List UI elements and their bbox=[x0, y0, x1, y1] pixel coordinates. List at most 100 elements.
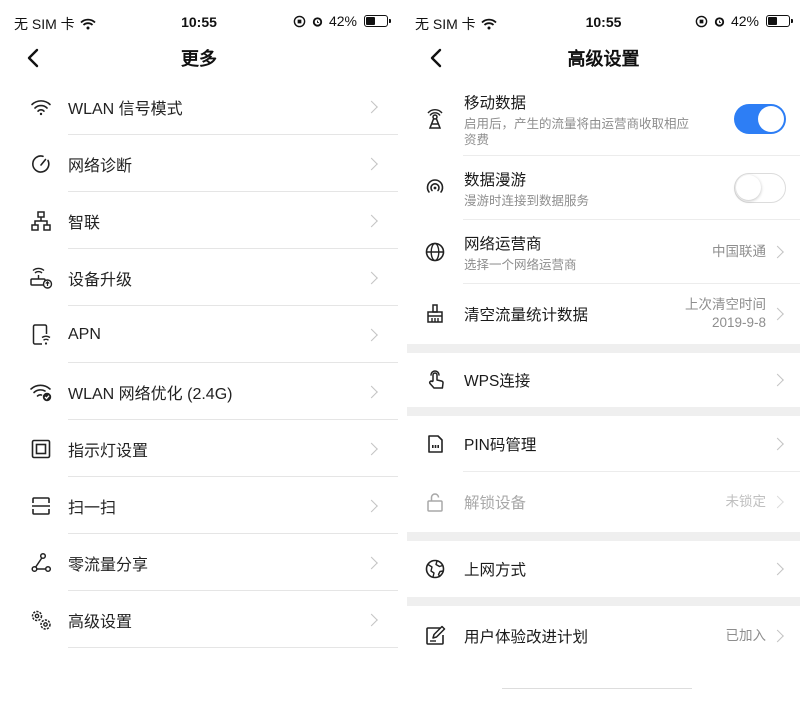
setting-label: 解锁设备 bbox=[464, 495, 527, 512]
setting-label: 移动数据 bbox=[464, 94, 527, 112]
chevron-right-icon bbox=[365, 271, 378, 284]
nav-bar: 更多 bbox=[0, 40, 398, 76]
data-roaming-toggle[interactable] bbox=[734, 173, 786, 203]
menu-item-label: 网络诊断 bbox=[68, 157, 133, 175]
setting-label: PIN码管理 bbox=[464, 437, 537, 454]
setting-ux-improvement[interactable]: 用户体验改进计划 已加入 bbox=[407, 606, 800, 666]
menu-item-label: 扫一扫 bbox=[68, 499, 117, 517]
internet-globe-icon bbox=[422, 556, 448, 582]
menu-item-network-diagnosis[interactable]: 网络诊断 bbox=[0, 135, 398, 192]
more-menu-list: WLAN 信号模式 网络诊断 智联 设备升级 APN WLAN 网络优化 (2.… bbox=[0, 78, 398, 648]
setting-description: 选择一个网络运营商 bbox=[464, 257, 577, 272]
advanced-settings-list: 移动数据 启用后，产生的流量将由运营商收取相应 资费 数据漫游 漫游时连接到数据服… bbox=[407, 82, 800, 666]
orientation-lock-icon bbox=[695, 15, 708, 27]
globe-icon bbox=[422, 239, 448, 265]
battery-icon bbox=[364, 15, 391, 27]
page-title: 更多 bbox=[181, 49, 217, 69]
roaming-icon bbox=[422, 175, 448, 201]
panel-gutter bbox=[398, 0, 407, 701]
status-bar: 无 SIM 卡 10:55 42% bbox=[0, 0, 398, 40]
menu-item-device-upgrade[interactable]: 设备升级 bbox=[0, 249, 398, 306]
topology-icon bbox=[28, 208, 54, 234]
chevron-right-icon bbox=[365, 157, 378, 170]
battery-percent: 42% bbox=[328, 13, 357, 29]
chevron-right-icon bbox=[771, 307, 784, 321]
apn-icon bbox=[28, 322, 54, 348]
menu-item-scan[interactable]: 扫一扫 bbox=[0, 477, 398, 534]
chevron-right-icon bbox=[365, 100, 378, 113]
alarm-icon bbox=[714, 16, 725, 27]
setting-wps[interactable]: WPS连接 bbox=[407, 353, 800, 407]
lock-status-value: 未锁定 bbox=[725, 494, 767, 509]
chevron-right-icon bbox=[365, 613, 378, 626]
section-separator bbox=[407, 597, 800, 606]
touch-icon bbox=[422, 367, 448, 393]
menu-item-advanced-settings[interactable]: 高级设置 bbox=[0, 591, 398, 648]
setting-description: 启用后，产生的流量将由运营商收取相应 资费 bbox=[464, 116, 690, 147]
sim-card-icon bbox=[422, 431, 448, 457]
wifi-optimize-icon bbox=[28, 379, 54, 405]
menu-item-label: WLAN 信号模式 bbox=[68, 100, 183, 118]
nav-bar: 高级设置 bbox=[407, 40, 800, 76]
chevron-right-icon bbox=[771, 437, 784, 451]
menu-item-label: 设备升级 bbox=[68, 271, 133, 289]
setting-label: 上网方式 bbox=[464, 562, 527, 579]
mobile-data-toggle[interactable] bbox=[734, 104, 786, 134]
setting-label: WPS连接 bbox=[464, 373, 531, 390]
section-separator bbox=[407, 532, 800, 541]
last-cleared-value: 上次清空时间 2019-9-8 bbox=[685, 297, 766, 330]
setting-label: 数据漫游 bbox=[464, 171, 527, 189]
menu-item-apn[interactable]: APN bbox=[0, 306, 398, 363]
setting-data-roaming: 数据漫游 漫游时连接到数据服务 bbox=[407, 156, 800, 220]
unlock-icon bbox=[422, 489, 448, 515]
ux-status-value: 已加入 bbox=[725, 628, 767, 643]
chevron-right-icon bbox=[771, 495, 784, 509]
battery-percent: 42% bbox=[730, 13, 759, 29]
menu-item-smart-link[interactable]: 智联 bbox=[0, 192, 398, 249]
setting-unlock-device[interactable]: 解锁设备 未锁定 bbox=[407, 472, 800, 532]
setting-mobile-data: 移动数据 启用后，产生的流量将由运营商收取相应 资费 bbox=[407, 82, 800, 156]
setting-label: 网络运营商 bbox=[464, 235, 542, 253]
chevron-right-icon bbox=[365, 214, 378, 227]
chevron-right-icon bbox=[771, 373, 784, 387]
menu-item-indicator-light[interactable]: 指示灯设置 bbox=[0, 420, 398, 477]
chevron-right-icon bbox=[365, 385, 378, 398]
setting-pin-management[interactable]: PIN码管理 bbox=[407, 416, 800, 472]
menu-item-label: APN bbox=[68, 325, 101, 343]
setting-description: 漫游时连接到数据服务 bbox=[464, 193, 590, 208]
menu-item-label: 零流量分享 bbox=[68, 556, 149, 574]
chevron-right-icon bbox=[365, 328, 378, 341]
section-separator bbox=[407, 344, 800, 353]
chevron-right-icon bbox=[771, 245, 784, 259]
menu-item-label: WLAN 网络优化 (2.4G) bbox=[68, 385, 233, 403]
share-icon bbox=[28, 550, 54, 576]
carrier-value: 中国联通 bbox=[712, 244, 766, 259]
scan-icon bbox=[28, 493, 54, 519]
page-title: 高级设置 bbox=[567, 49, 640, 69]
indicator-light-icon bbox=[28, 436, 54, 462]
antenna-icon bbox=[422, 106, 448, 132]
chevron-right-icon bbox=[365, 499, 378, 512]
setting-label: 清空流量统计数据 bbox=[464, 307, 589, 324]
chevron-right-icon bbox=[771, 629, 784, 643]
chevron-right-icon bbox=[365, 442, 378, 455]
setting-clear-data-stats[interactable]: 清空流量统计数据 上次清空时间 2019-9-8 bbox=[407, 284, 800, 344]
menu-item-label: 智联 bbox=[68, 214, 101, 232]
gears-icon bbox=[28, 607, 54, 633]
alarm-icon bbox=[312, 16, 323, 27]
home-indicator bbox=[502, 688, 692, 689]
advanced-settings-screen: 无 SIM 卡 10:55 42% 高级设置 移动数据 启用后，产生的流量将由运… bbox=[407, 0, 800, 701]
battery-icon bbox=[766, 15, 793, 27]
status-bar: 无 SIM 卡 10:55 42% bbox=[407, 0, 800, 40]
setting-internet-mode[interactable]: 上网方式 bbox=[407, 541, 800, 597]
chevron-right-icon bbox=[365, 556, 378, 569]
menu-item-wlan-optimize[interactable]: WLAN 网络优化 (2.4G) bbox=[0, 363, 398, 420]
router-upgrade-icon bbox=[28, 265, 54, 291]
chevron-right-icon bbox=[771, 562, 784, 576]
setting-network-carrier[interactable]: 网络运营商 选择一个网络运营商 中国联通 bbox=[407, 220, 800, 284]
section-separator bbox=[407, 407, 800, 416]
menu-item-zero-data-share[interactable]: 零流量分享 bbox=[0, 534, 398, 591]
menu-item-wlan-signal-mode[interactable]: WLAN 信号模式 bbox=[0, 78, 398, 135]
orientation-lock-icon bbox=[293, 15, 306, 27]
diagnose-icon bbox=[28, 151, 54, 177]
